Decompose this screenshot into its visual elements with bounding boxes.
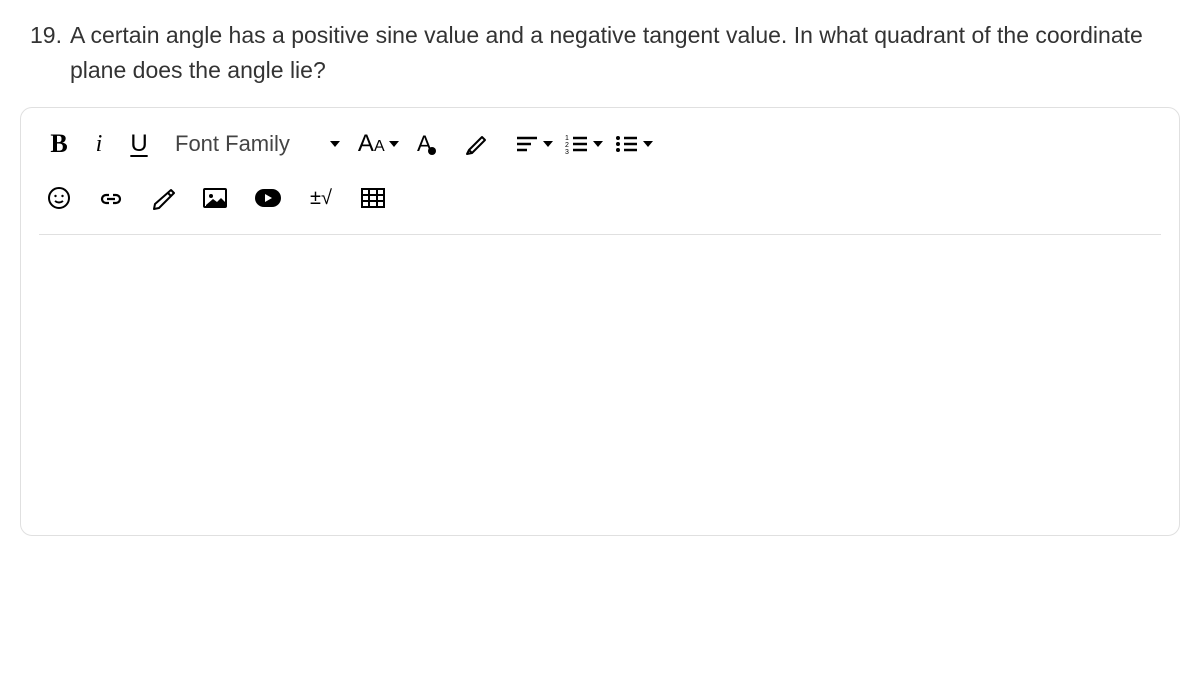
- svg-text:1: 1: [565, 135, 569, 142]
- table-button[interactable]: [353, 180, 393, 216]
- math-icon: ±√: [310, 187, 332, 210]
- align-button[interactable]: [509, 126, 559, 162]
- pencil-icon: [149, 186, 177, 210]
- toolbar: B i U Font Family AA A: [21, 108, 1179, 235]
- italic-icon: i: [96, 131, 103, 158]
- font-family-dropdown[interactable]: Font Family: [159, 131, 352, 157]
- underline-button[interactable]: U: [119, 126, 159, 162]
- chevron-down-icon: [543, 141, 553, 147]
- question-container: 19. A certain angle has a positive sine …: [0, 0, 1200, 107]
- image-icon: [201, 186, 229, 210]
- image-button[interactable]: [195, 180, 235, 216]
- chevron-down-icon: [389, 141, 399, 147]
- draw-button[interactable]: [143, 180, 183, 216]
- font-size-icon: AA: [358, 130, 385, 158]
- table-icon: [360, 187, 386, 209]
- unordered-list-icon: [615, 134, 639, 154]
- video-icon: [253, 187, 283, 209]
- highlighter-icon: [464, 131, 490, 157]
- question-number: 19.: [30, 18, 62, 87]
- math-button[interactable]: ±√: [301, 180, 341, 216]
- svg-text:2: 2: [565, 142, 569, 149]
- ordered-list-icon: 1 2 3: [565, 134, 589, 154]
- editor-container: B i U Font Family AA A: [20, 107, 1180, 536]
- question-text: 19. A certain angle has a positive sine …: [30, 18, 1170, 87]
- font-color-icon: A: [412, 131, 438, 157]
- toolbar-row-2: ±√: [39, 180, 1161, 235]
- italic-button[interactable]: i: [79, 126, 119, 162]
- align-left-icon: [515, 134, 539, 154]
- underline-icon: U: [130, 130, 147, 158]
- toolbar-row-1: B i U Font Family AA A: [39, 126, 1161, 180]
- highlight-button[interactable]: [457, 126, 497, 162]
- smile-icon: [47, 186, 71, 210]
- font-size-button[interactable]: AA: [352, 126, 405, 162]
- emoji-button[interactable]: [39, 180, 79, 216]
- chevron-down-icon: [643, 141, 653, 147]
- font-family-label: Font Family: [175, 131, 290, 157]
- editor-textarea[interactable]: [21, 235, 1179, 535]
- bold-button[interactable]: B: [39, 126, 79, 162]
- unordered-list-button[interactable]: [609, 126, 659, 162]
- link-button[interactable]: [91, 180, 131, 216]
- video-button[interactable]: [247, 180, 289, 216]
- font-color-button[interactable]: A: [405, 126, 445, 162]
- ordered-list-button[interactable]: 1 2 3: [559, 126, 609, 162]
- svg-text:3: 3: [565, 149, 569, 154]
- link-icon: [98, 188, 124, 208]
- chevron-down-icon: [593, 141, 603, 147]
- bold-icon: B: [50, 129, 67, 159]
- question-body: A certain angle has a positive sine valu…: [70, 18, 1170, 87]
- chevron-down-icon: [330, 141, 340, 147]
